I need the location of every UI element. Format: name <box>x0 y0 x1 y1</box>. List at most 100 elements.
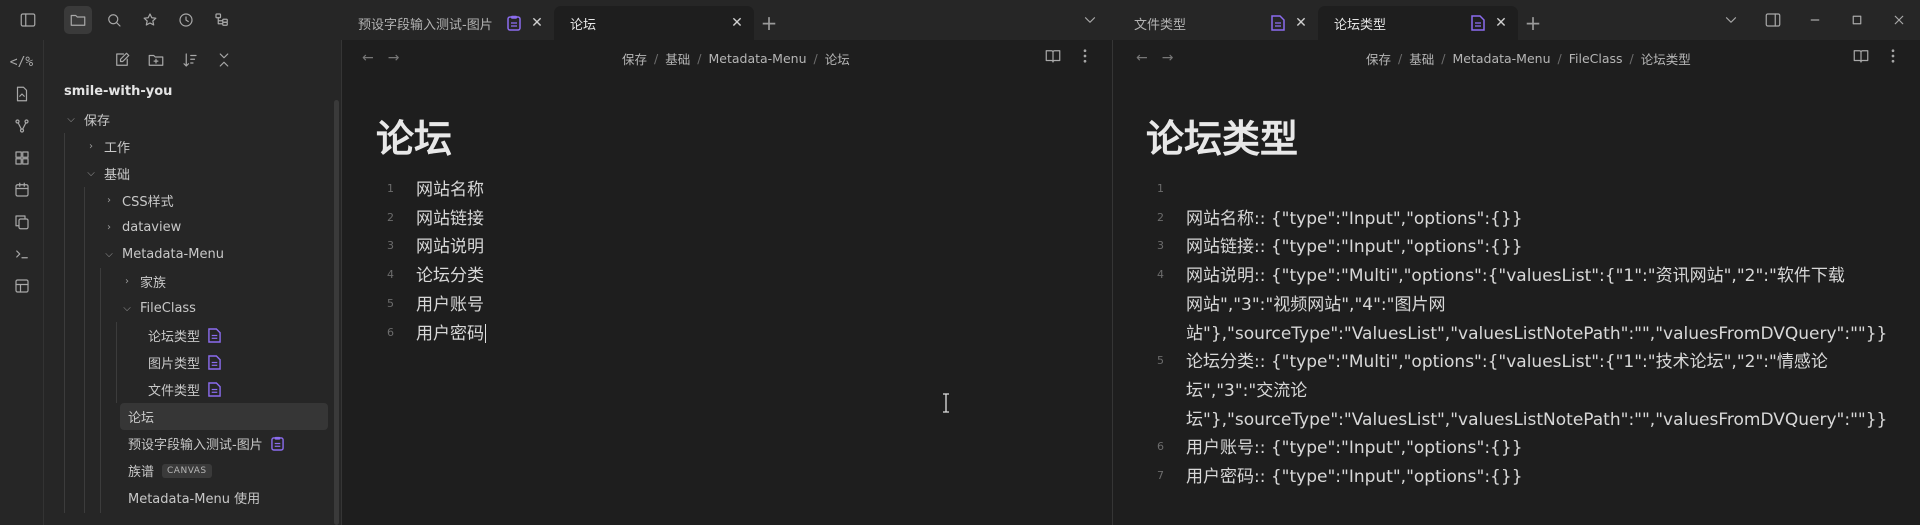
editor-line[interactable]: 3 网站说明 <box>372 233 486 262</box>
forward-button[interactable]: → <box>388 50 400 66</box>
tree-item-label: 图片类型 <box>148 357 201 372</box>
new-note-button[interactable] <box>108 46 136 74</box>
vault-name[interactable]: smile-with-you <box>64 84 172 99</box>
editor-line[interactable]: 1 <box>1142 176 1858 205</box>
close-window-button[interactable] <box>1878 0 1920 40</box>
close-tab-icon[interactable]: ✕ <box>1492 14 1510 32</box>
new-folder-button[interactable] <box>142 46 170 74</box>
files-view-button[interactable] <box>60 0 96 40</box>
editor-line[interactable]: 4 网站说明:: {"type":"Multi","options":{"valu… <box>1142 262 1887 348</box>
editor-line[interactable]: 2 网站链接 <box>372 205 486 234</box>
breadcrumb-item[interactable]: 保存 <box>622 49 647 68</box>
editor-line[interactable]: 3 网站链接:: {"type":"Input","options":{}} <box>1142 233 1858 262</box>
graph-view-button[interactable] <box>6 112 38 140</box>
open-file-button[interactable] <box>6 80 38 108</box>
editor-line[interactable]: 6 用户账号:: {"type":"Input","options":{}} <box>1142 434 1858 463</box>
breadcrumb-item[interactable]: Metadata-Menu <box>708 51 806 66</box>
tab-file-type[interactable]: 文件类型 ✕ <box>1118 6 1318 40</box>
editor-content[interactable]: 1 网站名称 2 网站链接 3 网站说明 4 论坛分类 5 用户账号 6 用户密码 <box>372 176 486 348</box>
editor-line[interactable]: 4 论坛分类 <box>372 262 486 291</box>
tree-folder-dataview[interactable]: › dataview <box>44 214 334 241</box>
view-header: ← → 保存 / 基础 / Metadata-Menu / 论坛 <box>342 40 1112 76</box>
new-note-icon <box>115 52 129 66</box>
tab-preset-field-test[interactable]: 预设字段输入测试-图片 ✕ <box>342 6 554 40</box>
editor-line[interactable]: 2 网站名称:: {"type":"Input","options":{}} <box>1142 205 1858 234</box>
tree-folder-metadata-menu[interactable]: ⌵ Metadata-Menu <box>44 241 334 268</box>
breadcrumb-item[interactable]: FileClass <box>1569 51 1623 66</box>
back-button[interactable]: ← <box>362 50 374 66</box>
editor-line[interactable]: 5 用户账号 <box>372 291 486 320</box>
tree-file-preset-field-test[interactable]: 预设字段输入测试-图片 <box>44 430 334 457</box>
reading-view-button[interactable] <box>1044 47 1062 69</box>
toggle-sidebar-button[interactable] <box>10 0 46 40</box>
back-button[interactable]: ← <box>1136 50 1148 66</box>
book-icon <box>1853 50 1869 63</box>
note-title[interactable]: 论坛 <box>376 108 452 163</box>
close-tab-icon[interactable]: ✕ <box>528 14 546 32</box>
tree-item-label: 预设字段输入测试-图片 <box>128 438 263 453</box>
file-explorer: smile-with-you ⌵ 保存 › 工作 ⌵ 基础 › CSS样式 › … <box>44 40 342 525</box>
file-icon <box>16 86 27 102</box>
editor-line[interactable]: 5 论坛分类:: {"type":"Multi","options":{"valu… <box>1142 348 1887 434</box>
tree-folder-save[interactable]: ⌵ 保存 <box>44 106 334 133</box>
breadcrumb-item[interactable]: 论坛 <box>825 49 850 68</box>
breadcrumb-item[interactable]: 基础 <box>1409 49 1434 68</box>
breadcrumb-item[interactable]: 论坛类型 <box>1641 49 1691 68</box>
tree-file-family-tree[interactable]: 族谱 CANVAS <box>44 457 334 484</box>
line-text: 用户账号 <box>416 294 484 315</box>
explorer-scrollbar[interactable] <box>334 100 339 525</box>
command-palette-button[interactable] <box>6 240 38 268</box>
recent-view-button[interactable] <box>168 0 204 40</box>
tree-file-file-type[interactable]: 文件类型 <box>44 376 334 403</box>
more-options-button[interactable] <box>1884 47 1902 69</box>
editor-line[interactable]: 1 网站名称 <box>372 176 486 205</box>
editor-line[interactable]: 6 用户密码 <box>372 320 486 349</box>
breadcrumb-item[interactable]: 基础 <box>665 49 690 68</box>
code-percent-button[interactable]: </% <box>6 48 38 76</box>
tree-folder-basics[interactable]: ⌵ 基础 <box>44 160 334 187</box>
tab-list-dropdown[interactable] <box>1077 8 1103 32</box>
tree-file-forum[interactable]: 论坛 <box>120 403 328 430</box>
tree-folder-css[interactable]: › CSS样式 <box>44 187 334 214</box>
tree-file-forum-type[interactable]: 论坛类型 <box>44 322 334 349</box>
reading-view-button[interactable] <box>1852 47 1870 69</box>
search-view-button[interactable] <box>96 0 132 40</box>
tags-view-button[interactable] <box>204 0 240 40</box>
editor-content[interactable]: 1 2 网站名称:: {"type":"Input","options":{}} … <box>1142 176 1887 492</box>
bookmarks-view-button[interactable] <box>132 0 168 40</box>
tree-file-image-type[interactable]: 图片类型 <box>44 349 334 376</box>
layout-button[interactable] <box>6 272 38 300</box>
tab-forum[interactable]: 论坛 ✕ <box>554 6 754 40</box>
new-tab-button[interactable]: + <box>754 6 784 40</box>
chevron-down-icon: ⌵ <box>105 249 113 260</box>
note-title[interactable]: 论坛类型 <box>1146 108 1298 163</box>
tree-folder-fileclass[interactable]: ⌵ FileClass <box>44 295 334 322</box>
collapse-all-button[interactable] <box>210 46 238 74</box>
line-number: 4 <box>1157 268 1164 282</box>
close-tab-icon[interactable]: ✕ <box>1292 14 1310 32</box>
templates-button[interactable] <box>6 208 38 236</box>
breadcrumb-item[interactable]: Metadata-Menu <box>1452 51 1550 66</box>
more-options-button[interactable] <box>1076 47 1094 69</box>
daily-note-button[interactable] <box>6 176 38 204</box>
tree-file-metadata-menu-usage[interactable]: Metadata-Menu 使用 <box>44 484 334 511</box>
sort-button[interactable] <box>176 46 204 74</box>
forward-button[interactable]: → <box>1162 50 1174 66</box>
close-icon <box>1894 15 1904 25</box>
line-text: 网站链接:: {"type":"Input","options":{}} <box>1186 237 1523 258</box>
new-tab-button[interactable]: + <box>1518 6 1548 40</box>
minimize-icon <box>1810 19 1820 21</box>
sort-icon <box>182 53 197 67</box>
canvas-button[interactable] <box>6 144 38 172</box>
editor-line[interactable]: 7 用户密码:: {"type":"Input","options":{}} <box>1142 463 1858 492</box>
breadcrumb-item[interactable]: 保存 <box>1366 49 1391 68</box>
toggle-right-sidebar-button[interactable] <box>1752 0 1794 40</box>
minimize-button[interactable] <box>1794 0 1836 40</box>
tab-list-dropdown[interactable] <box>1710 0 1752 40</box>
tab-forum-type[interactable]: 论坛类型 ✕ <box>1318 6 1518 40</box>
explorer-toolbar <box>44 40 341 80</box>
tree-folder-family[interactable]: › 家族 <box>44 268 334 295</box>
close-tab-icon[interactable]: ✕ <box>728 14 746 32</box>
tree-folder-work[interactable]: › 工作 <box>44 133 334 160</box>
maximize-button[interactable] <box>1836 0 1878 40</box>
